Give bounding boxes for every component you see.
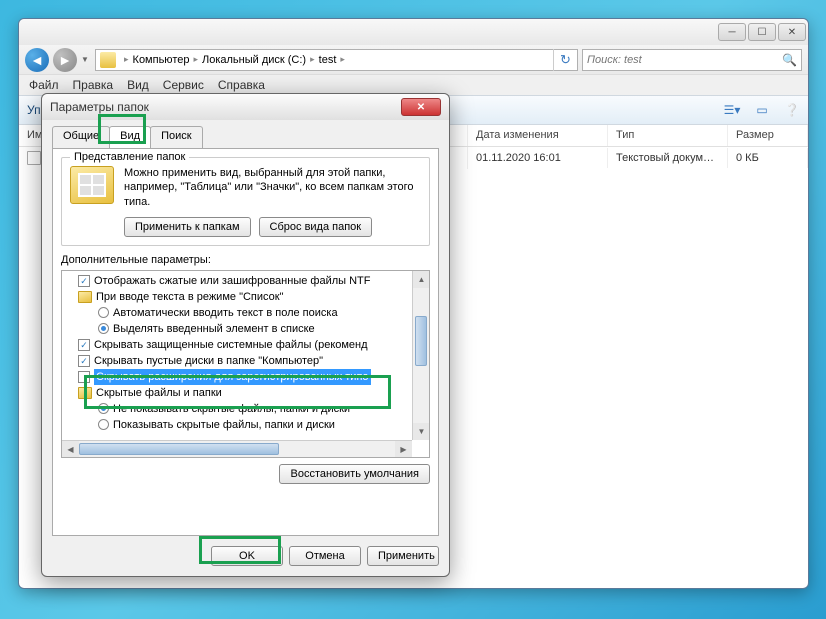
tree-item[interactable]: При вводе текста в режиме "Список" xyxy=(64,289,427,305)
checkbox-icon[interactable] xyxy=(78,371,90,383)
folder-icon xyxy=(78,387,92,399)
apply-button[interactable]: Применить xyxy=(367,546,439,566)
search-box[interactable]: 🔍 xyxy=(582,49,802,71)
tree-item[interactable]: Показывать скрытые файлы, папки и диски xyxy=(64,417,427,433)
scroll-thumb[interactable] xyxy=(415,316,427,366)
radio-icon[interactable] xyxy=(98,323,109,334)
breadcrumb[interactable]: ▸ Компьютер ▸ Локальный диск (C:) ▸ test… xyxy=(95,49,578,71)
folder-icon xyxy=(100,52,116,68)
col-date[interactable]: Дата изменения xyxy=(468,125,608,146)
tree-item[interactable]: Не показывать скрытые файлы, папки и дис… xyxy=(64,401,427,417)
refresh-icon[interactable]: ↻ xyxy=(553,49,577,71)
scroll-right-icon[interactable]: ▶ xyxy=(395,441,412,458)
help-icon[interactable]: ❔ xyxy=(784,102,800,118)
search-icon: 🔍 xyxy=(782,53,797,67)
tree-item-hide-extensions[interactable]: Скрывать расширения для зарегистрированн… xyxy=(64,369,427,385)
breadcrumb-computer[interactable]: Компьютер xyxy=(133,54,190,66)
dialog-footer: OK Отмена Применить xyxy=(52,546,439,566)
menubar: Файл Правка Вид Сервис Справка xyxy=(19,75,808,95)
checkbox-icon[interactable]: ✓ xyxy=(78,339,90,351)
ok-button[interactable]: OK xyxy=(211,546,283,566)
menu-file[interactable]: Файл xyxy=(29,78,59,92)
cancel-button[interactable]: Отмена xyxy=(289,546,361,566)
file-size: 0 КБ xyxy=(728,148,808,168)
dialog-titlebar: Параметры папок ✕ xyxy=(42,94,449,120)
tree-item[interactable]: Автоматически вводить текст в поле поиск… xyxy=(64,305,427,321)
scroll-thumb[interactable] xyxy=(79,443,279,455)
tree-item[interactable]: ✓Скрывать защищенные системные файлы (ре… xyxy=(64,337,427,353)
folder-view-group: Представление папок Можно применить вид,… xyxy=(61,157,430,246)
menu-edit[interactable]: Правка xyxy=(73,78,114,92)
preview-pane-icon[interactable]: ▭ xyxy=(754,102,770,118)
scroll-up-icon[interactable]: ▲ xyxy=(413,271,430,288)
file-type: Текстовый докум… xyxy=(608,148,728,168)
tab-general[interactable]: Общие xyxy=(52,126,110,148)
back-button[interactable]: ◄ xyxy=(25,48,49,72)
menu-help[interactable]: Справка xyxy=(218,78,265,92)
radio-icon[interactable] xyxy=(98,419,109,430)
close-button[interactable]: ✕ xyxy=(778,23,806,41)
group-label: Представление папок xyxy=(70,151,189,163)
breadcrumb-folder[interactable]: test xyxy=(319,54,337,66)
scrollbar-horizontal[interactable]: ◀ ▶ xyxy=(62,440,412,457)
apply-to-folders-button[interactable]: Применить к папкам xyxy=(124,217,251,237)
tab-panel: Представление папок Можно применить вид,… xyxy=(52,148,439,536)
scrollbar-vertical[interactable]: ▲ ▼ xyxy=(412,271,429,440)
group-text: Можно применить вид, выбранный для этой … xyxy=(124,166,421,209)
search-input[interactable] xyxy=(587,54,782,66)
titlebar: ─ ☐ ✕ xyxy=(19,19,808,45)
nav-row: ◄ ► ▼ ▸ Компьютер ▸ Локальный диск (C:) … xyxy=(19,45,808,75)
reset-folders-button[interactable]: Сброс вида папок xyxy=(259,217,373,237)
dialog-close-button[interactable]: ✕ xyxy=(401,98,441,116)
tree-item[interactable]: ✓Скрывать пустые диски в папке "Компьюте… xyxy=(64,353,427,369)
folder-icon xyxy=(78,291,92,303)
tree-item[interactable]: ✓Отображать сжатые или зашифрованные фай… xyxy=(64,273,427,289)
checkbox-icon[interactable]: ✓ xyxy=(78,275,90,287)
advanced-tree: ✓Отображать сжатые или зашифрованные фай… xyxy=(61,270,430,458)
tree-item[interactable]: Выделять введенный элемент в списке xyxy=(64,321,427,337)
radio-icon[interactable] xyxy=(98,403,109,414)
minimize-button[interactable]: ─ xyxy=(718,23,746,41)
forward-button[interactable]: ► xyxy=(53,48,77,72)
maximize-button[interactable]: ☐ xyxy=(748,23,776,41)
history-dropdown-icon[interactable]: ▼ xyxy=(81,55,91,64)
scroll-left-icon[interactable]: ◀ xyxy=(62,441,79,458)
advanced-label: Дополнительные параметры: xyxy=(61,254,430,266)
radio-icon[interactable] xyxy=(98,307,109,318)
text-file-icon xyxy=(27,151,41,165)
tree-item[interactable]: Скрытые файлы и папки xyxy=(64,385,427,401)
file-date: 01.11.2020 16:01 xyxy=(468,148,608,168)
view-mode-icon[interactable]: ☰▾ xyxy=(724,102,740,118)
tab-view[interactable]: Вид xyxy=(109,126,151,148)
dialog-title: Параметры папок xyxy=(50,100,149,114)
tab-search[interactable]: Поиск xyxy=(150,126,202,148)
folder-options-dialog: Параметры папок ✕ Общие Вид Поиск Предст… xyxy=(41,93,450,577)
folder-view-icon xyxy=(70,166,114,204)
restore-defaults-button[interactable]: Восстановить умолчания xyxy=(279,464,430,484)
breadcrumb-disk[interactable]: Локальный диск (C:) xyxy=(202,54,306,66)
scroll-down-icon[interactable]: ▼ xyxy=(413,423,430,440)
col-type[interactable]: Тип xyxy=(608,125,728,146)
menu-view[interactable]: Вид xyxy=(127,78,149,92)
checkbox-icon[interactable]: ✓ xyxy=(78,355,90,367)
menu-service[interactable]: Сервис xyxy=(163,78,204,92)
tabs: Общие Вид Поиск xyxy=(52,126,439,148)
col-size[interactable]: Размер xyxy=(728,125,808,146)
